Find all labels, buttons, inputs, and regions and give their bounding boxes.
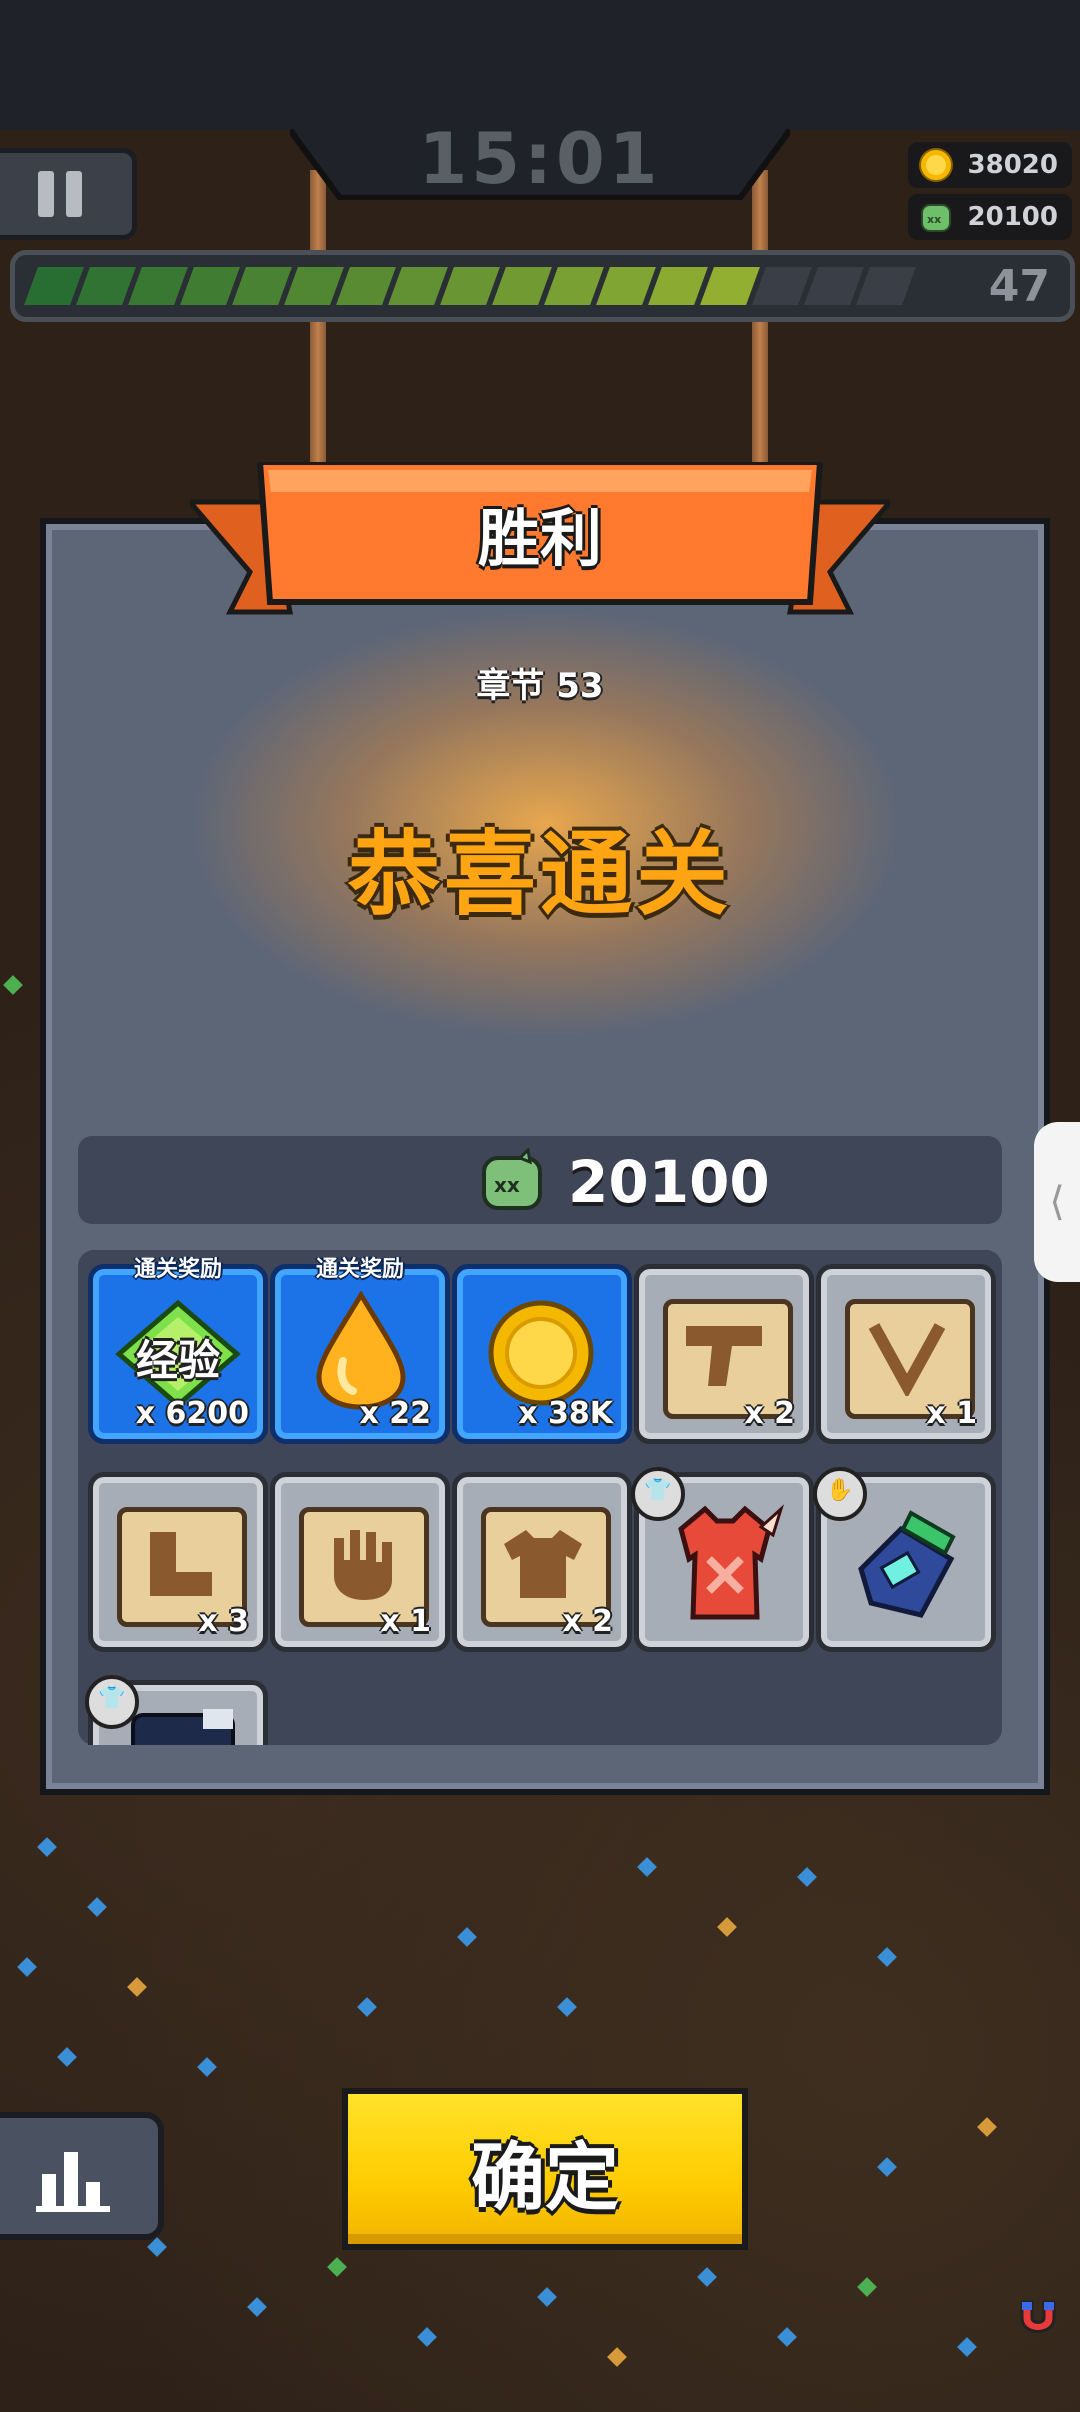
kill-counter: xx 20100: [907, 194, 1072, 240]
pause-button[interactable]: [0, 148, 137, 240]
xp-segment: [336, 267, 396, 305]
xp-segment: [856, 267, 916, 305]
confirm-label: 确定: [471, 2135, 619, 2221]
svg-text:xx: xx: [494, 1173, 520, 1197]
xp-segment: [544, 267, 604, 305]
reward-slot-partial[interactable]: 👕: [85, 1675, 268, 1745]
xp-segment: [492, 267, 552, 305]
xp-segment: [440, 267, 500, 305]
coin-count: 38020: [967, 150, 1058, 180]
xp-segment: [804, 267, 864, 305]
xp-segment: [76, 267, 136, 305]
chevron-left-icon: ⟨: [1049, 1179, 1065, 1225]
xp-segment: [128, 267, 188, 305]
kill-count: 20100: [967, 202, 1058, 232]
zombie-head-icon: xx: [482, 1148, 542, 1210]
confirm-button[interactable]: 确定: [342, 2088, 748, 2250]
partial-item-icon: [131, 1709, 235, 1745]
congratulations-headline: 恭喜通关: [347, 821, 732, 928]
xp-segment: [284, 267, 344, 305]
player-level: 47: [988, 261, 1050, 312]
xp-progress-bar: 47: [10, 250, 1075, 322]
xp-segment: [388, 267, 448, 305]
kill-total-value: 20100: [568, 1148, 770, 1216]
zombie-head-icon: xx: [920, 204, 951, 232]
kill-total-banner: xx 20100: [78, 1136, 1002, 1224]
xp-segment: [596, 267, 656, 305]
stats-button[interactable]: [0, 2112, 164, 2240]
chapter-label: 章节 53: [476, 666, 604, 706]
xp-segment: [180, 267, 240, 305]
svg-text:xx: xx: [927, 213, 941, 226]
coin-counter: 38020: [907, 142, 1072, 188]
xp-segment: [24, 267, 84, 305]
pause-icon: [38, 171, 54, 217]
gold-coin-icon: [918, 148, 953, 182]
reward-grid-clip: 👕: [78, 1250, 1002, 1745]
xp-segment: [232, 267, 292, 305]
xp-segment: [700, 267, 760, 305]
dialog-title: 胜利: [477, 502, 602, 575]
xp-segment: [752, 267, 812, 305]
side-panel-handle[interactable]: ⟨: [1034, 1122, 1080, 1282]
xp-segment: [648, 267, 708, 305]
magnet-icon: [1020, 2300, 1056, 2333]
